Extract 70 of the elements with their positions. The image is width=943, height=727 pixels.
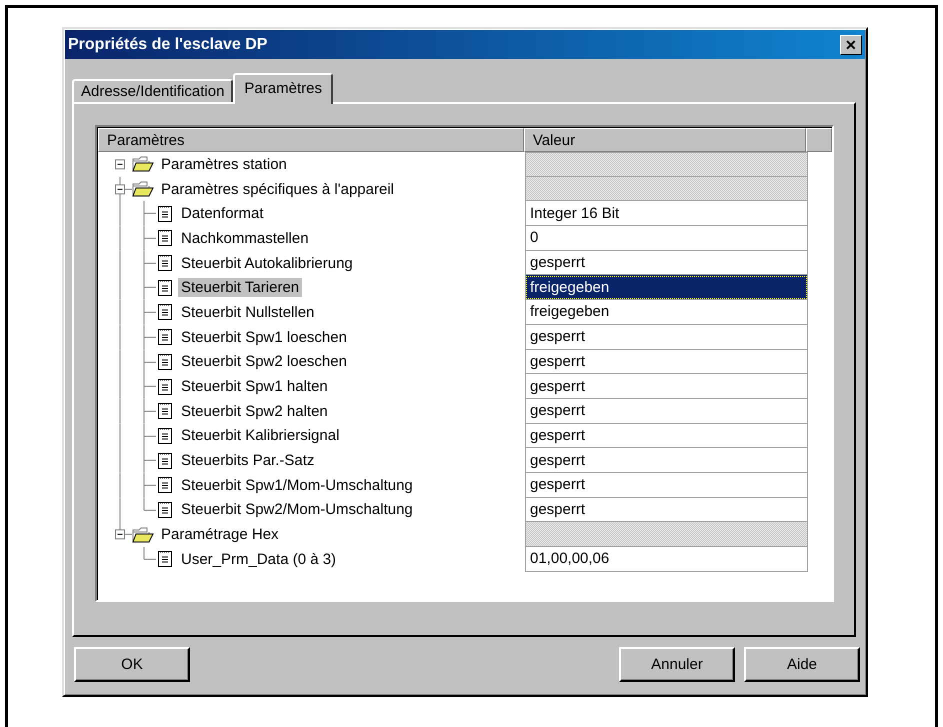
tree-item[interactable]: Steuerbit Spw1/Mom-Umschaltung: [178, 476, 416, 495]
document-icon: [156, 328, 174, 346]
tree-item[interactable]: Paramétrage Hex: [158, 525, 282, 544]
column-header[interactable]: Valeur: [524, 128, 806, 152]
tree-line: [144, 226, 156, 251]
tree-line: [144, 250, 156, 276]
value-cell[interactable]: freigegeben: [525, 300, 808, 325]
document-icon: [156, 426, 174, 445]
tree-line: [144, 374, 156, 399]
tree-line: [144, 448, 156, 473]
tree-item[interactable]: Steuerbits Par.-Satz: [178, 451, 318, 470]
value-cell[interactable]: gesperrt: [525, 324, 808, 350]
value-cell[interactable]: Integer 16 Bit: [525, 201, 808, 226]
document-icon: [156, 352, 174, 371]
value-cell[interactable]: gesperrt: [525, 374, 808, 399]
folder-icon: [132, 156, 154, 172]
tree-item[interactable]: Paramètres station: [158, 154, 290, 174]
document-icon: [156, 303, 174, 322]
value-cell[interactable]: gesperrt: [525, 472, 808, 498]
value-cell[interactable]: freigegeben: [525, 275, 808, 300]
tab[interactable]: Adresse/Identification: [72, 79, 234, 102]
value-cell[interactable]: 0: [525, 226, 808, 251]
tree-item[interactable]: Steuerbit Tarieren: [178, 278, 302, 298]
close-button[interactable]: ✕: [840, 34, 862, 54]
tree-line: [144, 201, 156, 226]
value-cell[interactable]: gesperrt: [525, 448, 808, 473]
tree-line: [144, 350, 156, 374]
document-icon: [156, 550, 174, 568]
document-icon: [156, 500, 174, 519]
tree-line: [144, 324, 156, 350]
tree-item[interactable]: Nachkommastellen: [178, 228, 312, 248]
tree-item[interactable]: Datenformat: [178, 204, 267, 224]
tree-item[interactable]: Steuerbit Autokalibrierung: [178, 254, 356, 273]
collapse-icon[interactable]: [115, 530, 125, 540]
document-icon: [156, 378, 174, 396]
folder-icon: [132, 181, 154, 198]
value-cell[interactable]: gesperrt: [525, 398, 808, 424]
tree-line: [144, 398, 156, 424]
document-icon: [156, 476, 174, 494]
tree-line: [144, 424, 156, 448]
collapse-icon[interactable]: [115, 184, 125, 194]
tree-item[interactable]: Steuerbit Spw1 loeschen: [178, 328, 350, 347]
document-icon: [156, 278, 174, 297]
document-icon: [156, 229, 174, 248]
value-cell[interactable]: 01,00,00,06: [525, 547, 808, 572]
value-cell[interactable]: gesperrt: [525, 350, 808, 374]
ok-button[interactable]: OK: [74, 647, 190, 682]
tree-item[interactable]: User_Prm_Data (0 à 3): [178, 550, 340, 569]
tree-item[interactable]: Paramètres spécifiques à l'appareil: [158, 180, 397, 199]
document-icon: [156, 452, 174, 470]
tree-item[interactable]: Steuerbit Spw2/Mom-Umschaltung: [178, 500, 416, 520]
collapse-icon[interactable]: [115, 159, 125, 170]
document-icon: [156, 402, 174, 420]
document-icon: [156, 204, 174, 223]
tree-line: [144, 300, 156, 325]
help-button[interactable]: Aide: [744, 647, 860, 682]
window-title: Propriétés de l'esclave DP: [68, 36, 268, 54]
value-cell[interactable]: gesperrt: [525, 424, 808, 448]
tree-item[interactable]: Steuerbit Spw2 halten: [178, 402, 331, 421]
folder-icon: [132, 526, 154, 543]
tree-line: [144, 275, 156, 300]
document-icon: [156, 254, 174, 272]
tree-item[interactable]: Steuerbit Spw2 loeschen: [178, 352, 350, 372]
tree-item[interactable]: Steuerbit Spw1 halten: [178, 377, 331, 396]
tree-item[interactable]: Steuerbit Nullstellen: [178, 302, 318, 322]
tree-item[interactable]: Steuerbit Kalibriersignal: [178, 426, 342, 446]
tab[interactable]: Paramètres: [233, 73, 333, 104]
column-header[interactable]: Paramètres: [98, 128, 524, 152]
tree-line: [144, 547, 156, 560]
cancel-button[interactable]: Annuler: [619, 647, 735, 682]
